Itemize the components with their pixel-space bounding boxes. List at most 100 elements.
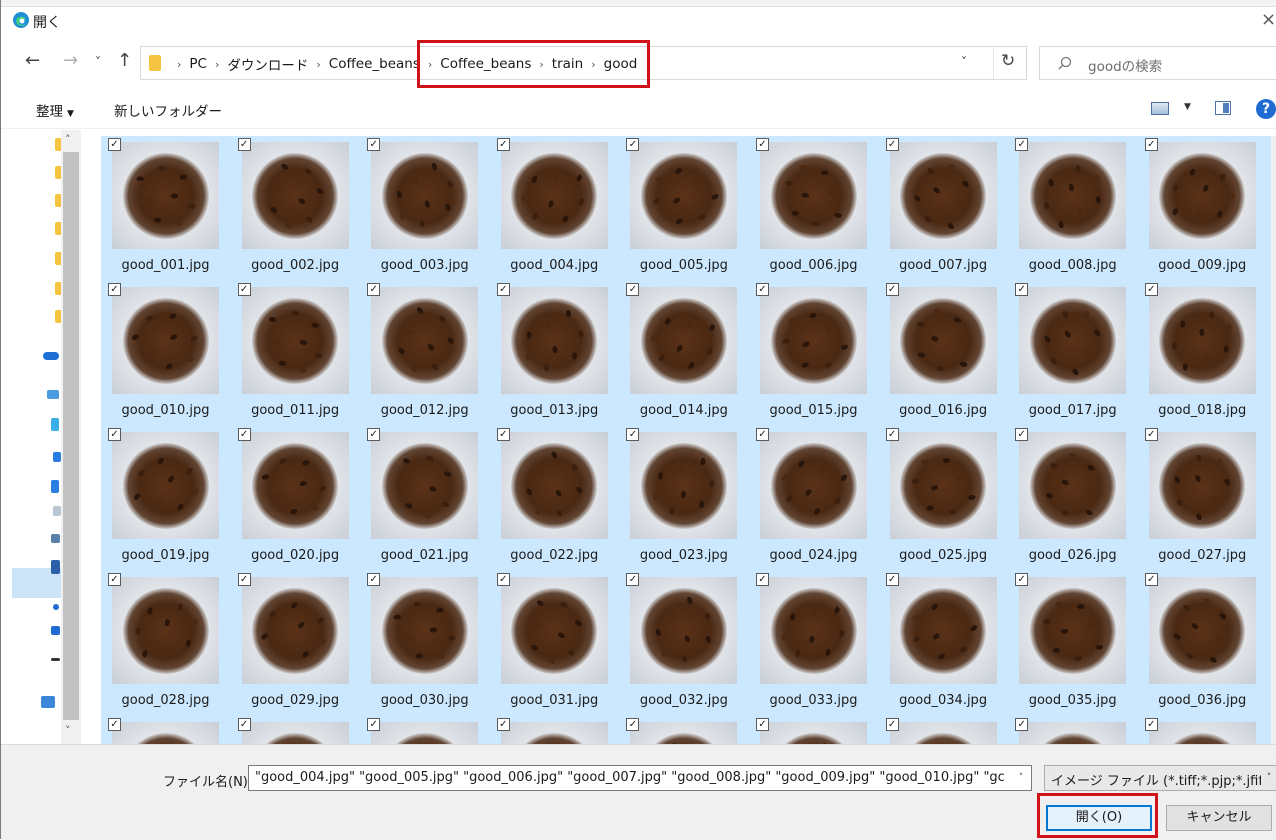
file-tile[interactable]: ✓ good_015.jpg: [750, 281, 877, 423]
checkbox-checked-icon[interactable]: ✓: [237, 138, 251, 151]
checkbox-checked-icon[interactable]: ✓: [367, 283, 381, 296]
filename-input[interactable]: "good_004.jpg" "good_005.jpg" "good_006.…: [248, 765, 1032, 791]
file-tile[interactable]: ✓ good_009.jpg: [1138, 136, 1266, 278]
file-tile[interactable]: ✓ good_033.jpg: [750, 571, 877, 713]
checkbox-checked-icon[interactable]: ✓: [1015, 428, 1029, 441]
file-tile[interactable]: ✓ good_029.jpg: [231, 571, 359, 713]
checkbox-checked-icon[interactable]: ✓: [1015, 573, 1029, 586]
nav-scrollbar-thumb[interactable]: [63, 152, 79, 720]
file-tile[interactable]: ✓: [1009, 716, 1137, 744]
checkbox-checked-icon[interactable]: ✓: [237, 283, 251, 296]
file-tile[interactable]: ✓: [620, 716, 748, 744]
file-tile[interactable]: ✓ good_008.jpg: [1009, 136, 1137, 278]
checkbox-checked-icon[interactable]: ✓: [626, 283, 640, 296]
file-type-select[interactable]: イメージ ファイル (*.tiff;*.pjp;*.jfif;*. ˅: [1044, 765, 1276, 791]
file-tile[interactable]: ✓ good_005.jpg: [620, 136, 748, 278]
file-tile[interactable]: ✓: [750, 716, 877, 744]
file-tile[interactable]: ✓ good_018.jpg: [1138, 281, 1266, 423]
checkbox-checked-icon[interactable]: ✓: [367, 138, 381, 151]
checkbox-checked-icon[interactable]: ✓: [1144, 283, 1158, 296]
videos-icon[interactable]: [51, 560, 60, 574]
file-tile[interactable]: ✓ good_021.jpg: [361, 426, 489, 568]
file-tile[interactable]: ✓: [361, 716, 489, 744]
pc-icon[interactable]: [47, 390, 59, 399]
pictures-icon[interactable]: [53, 506, 61, 516]
checkbox-checked-icon[interactable]: ✓: [237, 718, 251, 731]
checkbox-checked-icon[interactable]: ✓: [756, 573, 769, 586]
file-tile[interactable]: ✓ good_020.jpg: [231, 426, 359, 568]
file-tile[interactable]: ✓ good_024.jpg: [750, 426, 877, 568]
checkbox-checked-icon[interactable]: ✓: [496, 428, 510, 441]
file-tile[interactable]: ✓ good_012.jpg: [361, 281, 489, 423]
file-tile[interactable]: ✓ good_010.jpg: [102, 281, 229, 423]
file-tile[interactable]: ✓ good_011.jpg: [231, 281, 359, 423]
checkbox-checked-icon[interactable]: ✓: [1144, 428, 1158, 441]
checkbox-checked-icon[interactable]: ✓: [626, 138, 640, 151]
scroll-down-chevron-icon[interactable]: ˅: [65, 724, 71, 737]
file-tile[interactable]: ✓ good_023.jpg: [620, 426, 748, 568]
checkbox-checked-icon[interactable]: ✓: [885, 718, 899, 731]
file-tile[interactable]: ✓: [102, 716, 229, 744]
file-tile[interactable]: ✓ good_034.jpg: [879, 571, 1007, 713]
new-folder-button[interactable]: 新しいフォルダー: [114, 100, 222, 120]
preview-pane-icon[interactable]: [1215, 101, 1231, 115]
drive-icon[interactable]: [53, 604, 59, 610]
back-arrow-icon[interactable]: ←: [25, 50, 40, 71]
checkbox-checked-icon[interactable]: ✓: [626, 428, 640, 441]
file-tile[interactable]: ✓ good_004.jpg: [490, 136, 618, 278]
file-tile[interactable]: ✓ good_002.jpg: [231, 136, 359, 278]
checkbox-checked-icon[interactable]: ✓: [756, 428, 769, 441]
refresh-icon[interactable]: ↻: [1001, 51, 1015, 71]
file-tile[interactable]: ✓ good_031.jpg: [490, 571, 618, 713]
checkbox-checked-icon[interactable]: ✓: [237, 428, 251, 441]
forward-arrow-icon[interactable]: →: [63, 50, 78, 71]
checkbox-checked-icon[interactable]: ✓: [626, 573, 640, 586]
music-icon[interactable]: [51, 534, 60, 543]
cancel-button[interactable]: キャンセル: [1166, 805, 1272, 831]
checkbox-checked-icon[interactable]: ✓: [756, 718, 769, 731]
recent-locations-chevron-icon[interactable]: ˅: [95, 55, 101, 69]
network-drive-icon[interactable]: [51, 658, 60, 661]
checkbox-checked-icon[interactable]: ✓: [756, 283, 769, 296]
checkbox-checked-icon[interactable]: ✓: [1144, 718, 1158, 731]
file-tile[interactable]: ✓ good_028.jpg: [102, 571, 229, 713]
checkbox-checked-icon[interactable]: ✓: [367, 718, 381, 731]
checkbox-checked-icon[interactable]: ✓: [367, 428, 381, 441]
drive-icon[interactable]: [51, 626, 60, 635]
checkbox-checked-icon[interactable]: ✓: [496, 138, 510, 151]
checkbox-checked-icon[interactable]: ✓: [367, 573, 381, 586]
file-tile[interactable]: ✓ good_017.jpg: [1009, 281, 1137, 423]
checkbox-checked-icon[interactable]: ✓: [756, 138, 769, 151]
address-dropdown-chevron-icon[interactable]: ˅: [961, 55, 967, 69]
view-options-caret-icon[interactable]: ▼: [1184, 102, 1191, 112]
file-tile[interactable]: ✓: [490, 716, 618, 744]
checkbox-checked-icon[interactable]: ✓: [108, 138, 121, 151]
checkbox-checked-icon[interactable]: ✓: [108, 428, 121, 441]
file-tile[interactable]: ✓: [1138, 716, 1266, 744]
file-tile[interactable]: ✓ good_013.jpg: [490, 281, 618, 423]
checkbox-checked-icon[interactable]: ✓: [108, 573, 121, 586]
file-tile[interactable]: ✓ good_027.jpg: [1138, 426, 1266, 568]
file-tile[interactable]: ✓ good_019.jpg: [102, 426, 229, 568]
checkbox-checked-icon[interactable]: ✓: [496, 573, 510, 586]
download-icon[interactable]: [53, 452, 61, 462]
file-tile[interactable]: ✓ good_016.jpg: [879, 281, 1007, 423]
checkbox-checked-icon[interactable]: ✓: [1015, 718, 1029, 731]
checkbox-checked-icon[interactable]: ✓: [108, 283, 121, 296]
checkbox-checked-icon[interactable]: ✓: [108, 718, 121, 731]
checkbox-checked-icon[interactable]: ✓: [237, 573, 251, 586]
checkbox-checked-icon[interactable]: ✓: [1015, 283, 1029, 296]
file-tile[interactable]: ✓ good_014.jpg: [620, 281, 748, 423]
view-options-icon[interactable]: [1151, 102, 1169, 115]
file-tile[interactable]: ✓ good_030.jpg: [361, 571, 489, 713]
breadcrumb-coffee-beans[interactable]: Coffee_beans: [329, 56, 420, 72]
breadcrumb-pc[interactable]: PC: [189, 56, 207, 72]
checkbox-checked-icon[interactable]: ✓: [496, 718, 510, 731]
checkbox-checked-icon[interactable]: ✓: [885, 428, 899, 441]
network-icon[interactable]: [41, 696, 55, 708]
scroll-up-chevron-icon[interactable]: ˄: [65, 133, 71, 146]
file-tile[interactable]: ✓ good_001.jpg: [102, 136, 229, 278]
nav-scrollbar[interactable]: ˄ ˅: [61, 130, 81, 744]
file-tile[interactable]: ✓ good_025.jpg: [879, 426, 1007, 568]
checkbox-checked-icon[interactable]: ✓: [885, 138, 899, 151]
